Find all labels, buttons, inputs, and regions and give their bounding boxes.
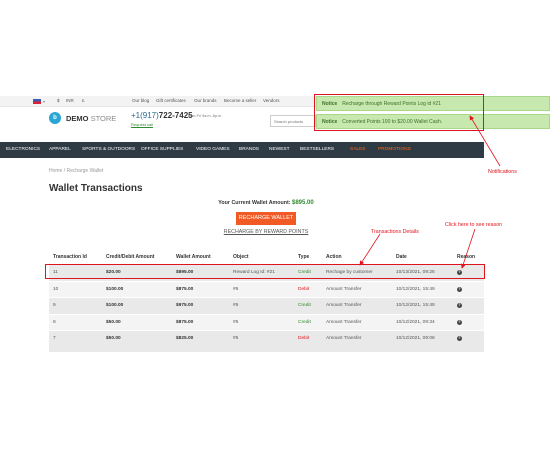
annotation-arrows (359, 115, 501, 269)
arrow-notifications (469, 115, 501, 167)
arrow-transactions (359, 233, 381, 266)
arrow-reason (460, 228, 476, 269)
